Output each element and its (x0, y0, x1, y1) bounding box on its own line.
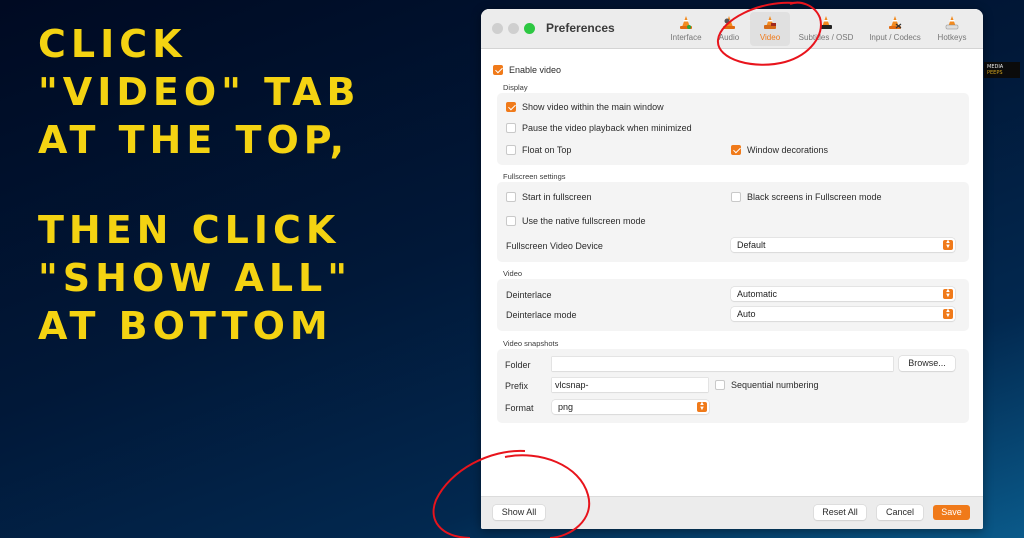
sequential-numbering-checkbox[interactable]: Sequential numbering (715, 380, 819, 390)
tab-hotkeys[interactable]: Hotkeys (932, 12, 972, 46)
float-on-top-checkbox[interactable]: Float on Top (506, 145, 571, 155)
instruction-line: THEN CLICK (38, 208, 341, 252)
vlc-cone-subtitles-icon (820, 16, 832, 29)
pause-when-minimized-checkbox[interactable]: Pause the video playback when minimized (506, 123, 692, 133)
tab-label: Video (759, 33, 781, 42)
select-value: png (558, 402, 574, 412)
window-title: Preferences (546, 21, 615, 35)
checkbox-checked-icon (506, 102, 516, 112)
checkbox-label: Pause the video playback when minimized (522, 123, 692, 133)
tab-audio[interactable]: Audio (712, 12, 746, 46)
select-stepper-icon: ▲ ▼ (943, 288, 953, 299)
instruction-line: AT THE TOP, (38, 118, 350, 162)
tab-interface[interactable]: Interface (664, 12, 708, 46)
checkbox-label: Sequential numbering (731, 380, 819, 390)
black-screens-checkbox[interactable]: Black screens in Fullscreen mode (731, 192, 882, 202)
select-stepper-icon: ▲ ▼ (943, 239, 953, 250)
checkbox-label: Start in fullscreen (522, 192, 592, 202)
tab-label: Hotkeys (937, 33, 967, 42)
instruction-text: CLICK "VIDEO" TAB AT THE TOP, THEN CLICK… (38, 20, 361, 392)
title-bar: Preferences Interface Audio Video Subtit… (481, 9, 983, 49)
reset-all-button[interactable]: Reset All (814, 505, 866, 520)
select-stepper-icon: ▲ ▼ (943, 308, 953, 319)
display-section-label: Display (503, 83, 528, 92)
instruction-step-1: CLICK "VIDEO" TAB AT THE TOP, (38, 20, 361, 164)
deinterlace-mode-label: Deinterlace mode (506, 310, 577, 320)
vlc-cone-input-icon (889, 16, 902, 29)
prefix-input[interactable]: vlcsnap- (552, 378, 708, 392)
checkbox-unchecked-icon (506, 145, 516, 155)
select-value: Auto (737, 309, 756, 319)
tab-label: Audio (718, 33, 740, 42)
zoom-window-button[interactable] (524, 23, 535, 34)
instruction-line: "SHOW ALL" (38, 256, 353, 300)
select-value: Default (737, 240, 766, 250)
checkbox-label: Black screens in Fullscreen mode (747, 192, 882, 202)
native-fullscreen-checkbox[interactable]: Use the native fullscreen mode (506, 216, 646, 226)
show-all-button[interactable]: Show All (493, 505, 545, 520)
folder-input[interactable] (552, 357, 893, 371)
tab-label: Interface (670, 33, 702, 42)
folder-label: Folder (505, 360, 531, 370)
vlc-cone-video-icon (764, 16, 776, 29)
deinterlace-select[interactable]: Automatic ▲ ▼ (731, 287, 955, 301)
instruction-line: "VIDEO" TAB (38, 70, 361, 114)
media-peeps-logo: MEDIA PEEPS (984, 62, 1020, 78)
close-window-button[interactable] (492, 23, 503, 34)
snapshots-section-label: Video snapshots (503, 339, 559, 348)
preferences-window: Preferences Interface Audio Video Subtit… (481, 9, 983, 529)
deinterlace-mode-select[interactable]: Auto ▲ ▼ (731, 307, 955, 321)
vlc-cone-hotkeys-icon (945, 16, 959, 30)
show-in-main-window-checkbox[interactable]: Show video within the main window (506, 102, 664, 112)
save-button[interactable]: Save (933, 505, 970, 520)
logo-line-2: PEEPS (987, 70, 1003, 76)
tab-label: Input / Codecs (869, 33, 921, 42)
fullscreen-section-label: Fullscreen settings (503, 172, 566, 181)
vlc-cone-audio-icon (723, 16, 735, 29)
select-stepper-icon: ▲ ▼ (697, 401, 707, 412)
checkbox-unchecked-icon (506, 216, 516, 226)
instruction-step-2: THEN CLICK "SHOW ALL" AT BOTTOM (38, 206, 361, 350)
cancel-button[interactable]: Cancel (877, 505, 923, 520)
footer-bar: Show All Reset All Cancel Save (481, 496, 983, 529)
checkbox-unchecked-icon (731, 192, 741, 202)
video-section-label: Video (503, 269, 523, 278)
checkbox-label: Float on Top (522, 145, 572, 155)
enable-video-checkbox[interactable]: Enable video (493, 65, 561, 75)
format-select[interactable]: png ▲ ▼ (552, 400, 709, 414)
checkbox-label: Show video within the main window (522, 102, 664, 112)
vlc-cone-interface-icon (680, 16, 692, 29)
checkbox-unchecked-icon (715, 380, 725, 390)
checkbox-unchecked-icon (506, 192, 516, 202)
browse-button[interactable]: Browse... (899, 356, 955, 371)
checkbox-label: Enable video (509, 65, 562, 75)
checkbox-checked-icon (493, 65, 503, 75)
tab-input-codecs[interactable]: Input / Codecs (864, 12, 926, 46)
deinterlace-label: Deinterlace (506, 290, 552, 300)
tab-subtitles-osd[interactable]: Subtitles / OSD (794, 12, 858, 46)
prefix-label: Prefix (505, 381, 529, 391)
checkbox-label: Use the native fullscreen mode (522, 216, 646, 226)
minimize-window-button[interactable] (508, 23, 519, 34)
format-label: Format (505, 403, 534, 413)
select-value: Automatic (737, 289, 778, 299)
fullscreen-device-label: Fullscreen Video Device (506, 241, 603, 251)
tab-video[interactable]: Video (750, 12, 790, 46)
checkbox-checked-icon (731, 145, 741, 155)
checkbox-unchecked-icon (506, 123, 516, 133)
instruction-line: AT BOTTOM (38, 304, 333, 348)
instruction-line: CLICK (38, 22, 187, 66)
video-preferences-panel: Enable video Display Show video within t… (481, 50, 983, 496)
window-decorations-checkbox[interactable]: Window decorations (731, 145, 828, 155)
tab-label: Subtitles / OSD (798, 33, 854, 42)
fullscreen-device-select[interactable]: Default ▲ ▼ (731, 238, 955, 252)
start-in-fullscreen-checkbox[interactable]: Start in fullscreen (506, 192, 592, 202)
checkbox-label: Window decorations (747, 145, 829, 155)
